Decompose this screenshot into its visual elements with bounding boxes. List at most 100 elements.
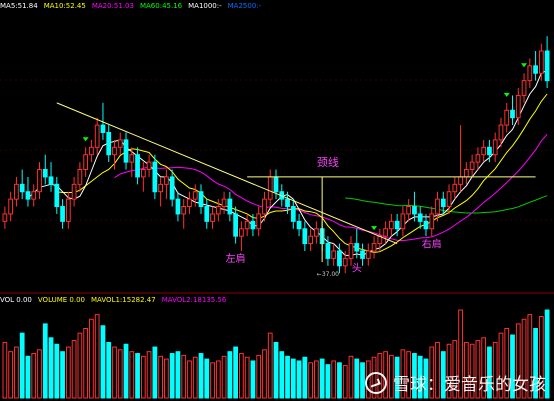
ma5-line: [27, 69, 548, 256]
candle-body-76: [440, 198, 446, 208]
chart-svg: 颈线左肩头 右肩 ←37.00: [0, 36, 554, 399]
candle-body-15: [89, 146, 94, 156]
watermark: 雪球：爱音乐的女孩: [365, 370, 546, 395]
candle-body-57: [331, 250, 337, 259]
candle-body-69: [400, 213, 406, 230]
volume-bar-8: [48, 337, 54, 399]
candle-body-19: [112, 146, 117, 156]
candle-body-23: [135, 154, 140, 178]
volume-bar-39: [227, 351, 233, 399]
volume-bar-61: [354, 358, 360, 399]
volume-bar-44: [256, 354, 262, 399]
candlestick-chart: MA5:51.84 MA10:52.45 MA20:51.03 MA60:45.16 M…: [0, 0, 554, 401]
candle-body-50: [290, 206, 296, 222]
volume-bar-49: [285, 355, 290, 399]
volume-bar-40: [233, 346, 238, 399]
candle-body-88: [510, 109, 515, 119]
candle-body-6: [37, 169, 42, 193]
volume-bar-21: [123, 343, 129, 399]
candle-body-37: [215, 206, 221, 215]
candle-body-94: [544, 50, 550, 82]
volume-bar-60: [348, 355, 354, 399]
downtrend-line: [56, 102, 398, 245]
candle-body-36: [210, 213, 215, 222]
volume-bar-5: [31, 353, 37, 399]
volume-bar-12: [71, 340, 77, 399]
volume-bar-62: [360, 362, 365, 399]
volume-bar-48: [279, 351, 285, 399]
candle-body-14: [83, 154, 89, 171]
candle-body-32: [187, 198, 192, 208]
candle-body-10: [60, 206, 65, 222]
volume-bar-1: [8, 351, 14, 399]
candle-body-75: [435, 198, 440, 215]
volume-bar-59: [342, 365, 348, 399]
candle-body-89: [515, 94, 521, 119]
candle-body-11: [65, 198, 71, 222]
candle-body-61: [354, 243, 360, 252]
candle-body-33: [192, 191, 198, 200]
volume-bar-53: [308, 362, 313, 399]
candle-body-42: [244, 220, 250, 230]
candle-body-28: [164, 176, 169, 185]
volume-bar-37: [215, 360, 221, 399]
volume-bar-26: [152, 346, 158, 399]
candle-body-0: [2, 213, 8, 222]
volume-bar-29: [169, 353, 175, 399]
candle-body-90: [521, 80, 527, 96]
volume-bar-41: [239, 353, 244, 399]
candle-body-68: [394, 220, 400, 230]
volume-bar-31: [181, 354, 187, 399]
watermark-text: 雪球：爱音乐的女孩: [393, 375, 546, 395]
low-price-label: ←37.00: [317, 271, 339, 278]
candle-body-1: [8, 198, 14, 215]
volume-bar-3: [19, 332, 25, 399]
volume-bar-10: [60, 351, 65, 399]
volume-bar-7: [42, 323, 48, 399]
volume-bar-42: [244, 356, 250, 399]
candle-body-9: [54, 183, 60, 208]
candle-body-29: [169, 176, 175, 200]
candle-body-87: [504, 109, 510, 126]
candle-body-91: [527, 65, 533, 82]
volume-bar-14: [83, 328, 89, 399]
volume-bar-55: [319, 358, 325, 399]
candle-body-49: [285, 198, 290, 208]
left-shoulder-label: 左肩: [226, 252, 246, 265]
candle-body-30: [175, 198, 181, 215]
candle-body-12: [71, 183, 77, 200]
candle-body-67: [388, 220, 394, 230]
candle-body-45: [262, 198, 267, 215]
volume-bar-46: [267, 332, 273, 399]
volume-bar-36: [210, 362, 215, 399]
volume-bar-16: [94, 314, 100, 399]
volume-bar-51: [296, 360, 302, 399]
candle-body-24: [140, 169, 146, 178]
candle-body-80: [463, 169, 469, 178]
candle-body-5: [31, 191, 37, 200]
candle-body-73: [423, 220, 429, 230]
volume-bar-9: [54, 343, 60, 399]
candle-body-70: [406, 206, 412, 215]
candle-body-26: [152, 161, 158, 193]
candle-body-16: [94, 124, 100, 148]
volume-bar-2: [14, 346, 19, 399]
candle-body-71: [412, 206, 417, 215]
candle-body-31: [181, 206, 187, 215]
candle-body-46: [267, 176, 273, 200]
signal-arrow-icon-1: [371, 226, 378, 231]
volume-bar-17: [100, 325, 106, 399]
candle-body-78: [452, 183, 458, 193]
candle-body-39: [227, 198, 233, 215]
candle-body-77: [446, 191, 452, 208]
candle-body-34: [198, 191, 204, 208]
candle-body-64: [371, 243, 377, 252]
candle-body-43: [250, 220, 256, 230]
candle-body-25: [146, 161, 152, 171]
candle-body-13: [77, 169, 83, 185]
candle-body-83: [481, 146, 487, 156]
volume-bar-57: [331, 360, 337, 399]
candle-body-20: [117, 139, 123, 148]
right-shoulder-label: 右肩: [422, 237, 442, 250]
volume-bar-11: [65, 346, 71, 399]
